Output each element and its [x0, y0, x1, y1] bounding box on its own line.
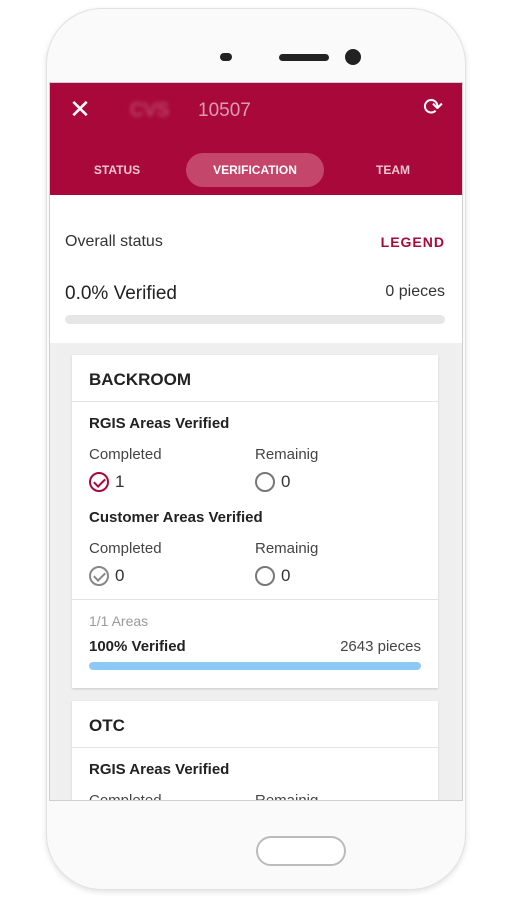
divider	[72, 747, 438, 748]
refresh-icon[interactable]: ⟳	[420, 95, 446, 121]
completed-label: Completed	[89, 792, 162, 801]
completed-label: Completed	[89, 446, 162, 463]
group-heading: RGIS Areas Verified	[89, 415, 230, 432]
overall-progress-bar	[65, 315, 445, 324]
areas-count: 1/1 Areas	[89, 613, 149, 629]
card-pieces: 2643 pieces	[340, 638, 421, 655]
front-camera	[345, 49, 361, 65]
app-bar: ✕ CVS 10507 ⟳ STATUS VERIFICATION TEAM	[50, 83, 462, 195]
progress-fill	[89, 662, 421, 670]
overall-pieces: 0 pieces	[385, 283, 445, 300]
completed-count: 1	[115, 472, 125, 491]
pending-circle-icon	[255, 566, 275, 586]
completed-stat: 1	[89, 472, 124, 492]
remaining-count: 0	[281, 566, 291, 585]
home-button[interactable]	[256, 836, 346, 866]
overall-status-label: Overall status	[65, 233, 163, 250]
store-number: 10507	[198, 100, 251, 121]
card-progress-bar	[89, 662, 421, 670]
group-heading: Customer Areas Verified	[89, 509, 263, 526]
completed-label: Completed	[89, 540, 162, 557]
app-screen: ✕ CVS 10507 ⟳ STATUS VERIFICATION TEAM O…	[49, 82, 463, 801]
sensor-dot	[220, 53, 232, 61]
tab-verification[interactable]: VERIFICATION	[186, 153, 324, 187]
completed-count: 0	[115, 566, 125, 585]
pending-circle-icon	[255, 472, 275, 492]
divider	[72, 599, 438, 600]
remaining-stat: 0	[255, 472, 290, 492]
divider	[72, 401, 438, 402]
remaining-label: Remainig	[255, 540, 319, 557]
check-circle-red-icon	[89, 472, 109, 492]
card-verified-percent: 100% Verified	[89, 638, 186, 655]
group-heading: RGIS Areas Verified	[89, 761, 230, 778]
remaining-label: Remainig	[255, 792, 319, 801]
areas-list: BACKROOM RGIS Areas Verified Completed R…	[50, 343, 462, 801]
remaining-stat: 0	[255, 566, 290, 586]
card-title: OTC	[89, 716, 125, 735]
remaining-count: 0	[281, 472, 291, 491]
card-title: BACKROOM	[89, 370, 191, 389]
area-card-otc[interactable]: OTC RGIS Areas Verified Completed Remain…	[72, 701, 438, 801]
area-card-backroom[interactable]: BACKROOM RGIS Areas Verified Completed R…	[72, 355, 438, 688]
check-circle-grey-icon	[89, 566, 109, 586]
legend-link[interactable]: LEGEND	[381, 234, 445, 250]
close-icon[interactable]: ✕	[68, 96, 92, 122]
overall-verified-percent: 0.0% Verified	[65, 283, 177, 304]
earpiece-speaker	[279, 54, 329, 61]
tab-status[interactable]: STATUS	[77, 153, 157, 187]
remaining-label: Remainig	[255, 446, 319, 463]
completed-stat: 0	[89, 566, 124, 586]
store-code: CVS	[130, 100, 170, 121]
tab-team[interactable]: TEAM	[354, 153, 432, 187]
